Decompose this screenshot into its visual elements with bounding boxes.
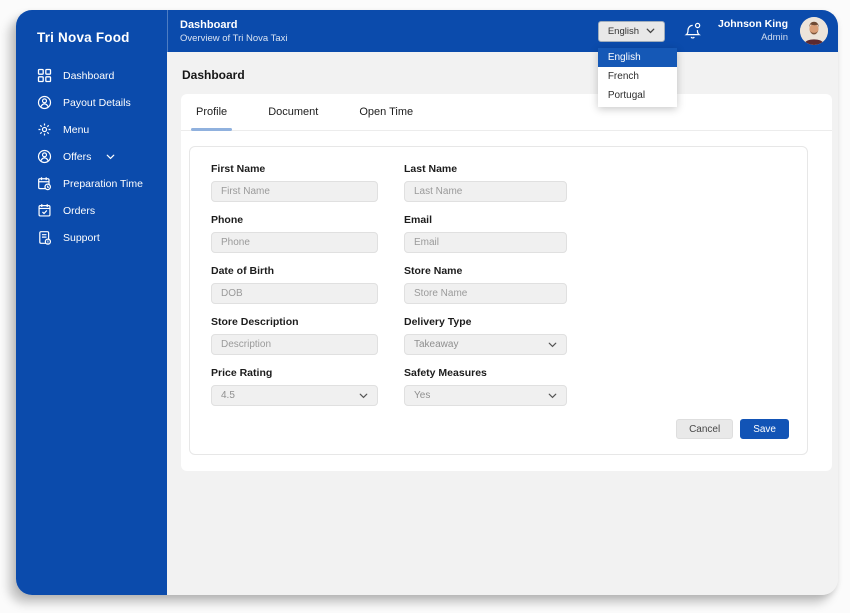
header-subtitle: Overview of Tri Nova Taxi [180,32,288,44]
main-content: Dashboard Profile Document Open Time Fir… [167,52,838,595]
app-window: Tri Nova Food Dashboard Payout Details M… [16,10,838,595]
first-name-input[interactable] [211,181,378,202]
user-info[interactable]: Johnson King Admin [718,18,788,44]
store-name-field: Store Name [404,265,567,304]
profile-form-card: First Name Last Name Phone [189,146,808,455]
notification-bell-icon[interactable] [684,22,702,41]
sidebar-item-label: Menu [63,123,90,136]
user-name: Johnson King [718,18,788,30]
field-label: Phone [211,214,244,226]
field-label: Date of Birth [211,265,274,277]
tab-bar: Profile Document Open Time [181,94,832,131]
user-circle-icon [37,149,52,164]
tab-profile[interactable]: Profile [190,94,233,131]
dashboard-panel: Profile Document Open Time First Name La… [181,94,832,471]
grid-icon [37,68,52,83]
content-column: Dashboard Overview of Tri Nova Taxi Engl… [167,10,838,595]
store-name-input[interactable] [404,283,567,304]
dob-input[interactable] [211,283,378,304]
sidebar-item-label: Preparation Time [63,177,143,190]
select-value: Yes [414,390,431,401]
sidebar-item-offers[interactable]: Offers [16,143,167,170]
sidebar-item-preparation-time[interactable]: Preparation Time [16,170,167,197]
tab-document[interactable]: Document [268,94,318,130]
sidebar-item-support[interactable]: Support [16,224,167,251]
chevron-down-icon [548,342,557,347]
field-label: Price Rating [211,367,273,379]
last-name-input[interactable] [404,181,567,202]
support-doc-icon [37,230,52,245]
page-background: Tri Nova Food Dashboard Payout Details M… [0,0,850,613]
cancel-button[interactable]: Cancel [676,419,734,439]
chevron-down-icon [106,154,115,160]
email-field: Email [404,214,567,253]
language-selector-wrap: English English French Portugal [597,20,677,107]
field-label: First Name [211,163,266,175]
field-label: Last Name [404,163,458,175]
delivery-type-field: Delivery Type Takeaway [404,316,567,355]
language-selected-label: English [607,25,639,37]
select-value: 4.5 [221,390,235,401]
store-description-input[interactable] [211,334,378,355]
field-label: Store Name [404,265,463,277]
sidebar-item-dashboard[interactable]: Dashboard [16,62,167,89]
page-title: Dashboard [182,68,245,82]
header-title: Dashboard [180,18,238,31]
language-option-portugal[interactable]: Portugal [598,87,677,105]
language-option-french[interactable]: French [598,68,677,86]
sidebar-item-label: Orders [63,204,96,217]
language-selector-button[interactable]: English [597,20,665,42]
delivery-type-select[interactable]: Takeaway [404,334,567,355]
store-description-field: Store Description [211,316,378,355]
sidebar-item-label: Support [63,231,100,244]
sidebar-item-payout-details[interactable]: Payout Details [16,89,167,116]
sidebar-item-label: Payout Details [63,96,131,109]
field-label: Safety Measures [404,367,487,379]
language-option-english[interactable]: English [597,47,677,67]
user-role: Admin [761,31,788,43]
header-titles: Dashboard Overview of Tri Nova Taxi [180,19,288,44]
sidebar: Tri Nova Food Dashboard Payout Details M… [16,10,167,595]
safety-measures-field: Safety Measures Yes [404,367,567,406]
sidebar-item-label: Offers [63,150,92,163]
select-value: Takeaway [414,339,459,350]
gear-icon [37,122,52,137]
sidebar-nav: Dashboard Payout Details Menu Offers Pre… [16,62,167,251]
top-header: Dashboard Overview of Tri Nova Taxi Engl… [167,10,838,107]
chevron-down-icon [548,393,557,398]
language-dropdown-menu: English French Portugal [597,47,677,107]
price-rating-select[interactable]: 4.5 [211,385,378,406]
phone-input[interactable] [211,232,378,253]
price-rating-field: Price Rating 4.5 [211,367,378,406]
calendar-check-icon [37,203,52,218]
avatar[interactable] [800,17,828,45]
field-label: Store Description [211,316,299,328]
last-name-field: Last Name [404,163,567,202]
email-input[interactable] [404,232,567,253]
field-label: Delivery Type [404,316,472,328]
first-name-field: First Name [211,163,378,202]
tab-open-time[interactable]: Open Time [359,94,413,130]
app-logo-text: Tri Nova Food [37,30,130,45]
sidebar-item-label: Dashboard [63,69,115,82]
profile-form-grid: First Name Last Name Phone [211,163,807,406]
save-button[interactable]: Save [740,419,789,439]
form-actions: Cancel Save [676,419,789,439]
sidebar-item-menu[interactable]: Menu [16,116,167,143]
chevron-down-icon [646,28,655,34]
safety-measures-select[interactable]: Yes [404,385,567,406]
field-label: Email [404,214,433,226]
date-of-birth-field: Date of Birth [211,265,378,304]
phone-field: Phone [211,214,378,253]
calendar-clock-icon [37,176,52,191]
sidebar-item-orders[interactable]: Orders [16,197,167,224]
user-circle-icon [37,95,52,110]
chevron-down-icon [359,393,368,398]
